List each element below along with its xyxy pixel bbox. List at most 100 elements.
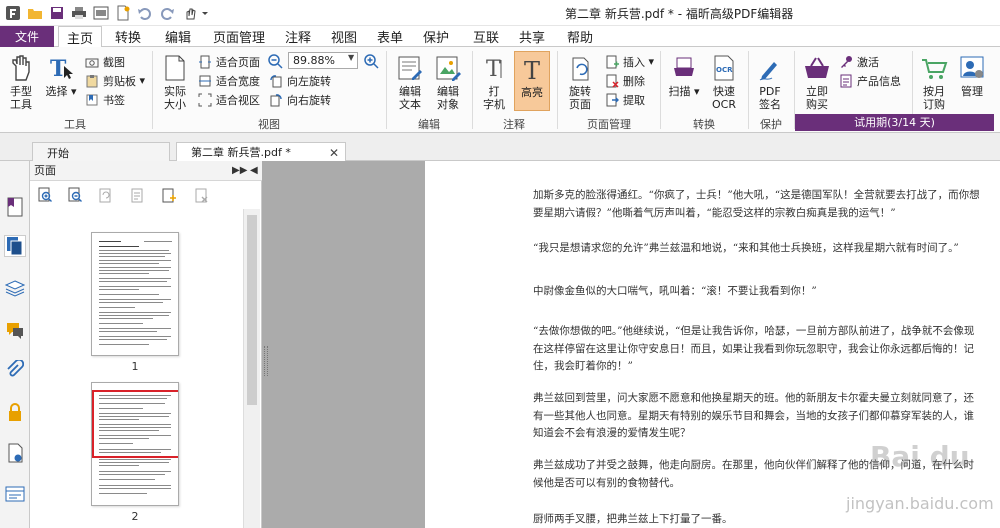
scrollbar-thumb[interactable]: [247, 215, 257, 405]
close-tab-icon[interactable]: ✕: [329, 146, 339, 160]
ribbon-separator: [152, 51, 153, 129]
tab-page-management[interactable]: 页面管理: [206, 26, 272, 47]
insert-page-button[interactable]: 插入 ▾: [604, 53, 654, 70]
attachments-panel-icon[interactable]: [4, 359, 26, 381]
tab-home[interactable]: 主页: [58, 26, 102, 48]
print-icon[interactable]: [70, 4, 88, 22]
panel-expand-icon[interactable]: ▶▶: [232, 161, 247, 181]
rotate-right-button[interactable]: 向右旋转: [268, 91, 331, 108]
window-title: 第二章 新兵营.pdf * - 福昕高级PDF编辑器: [565, 7, 794, 21]
tab-form[interactable]: 表单: [368, 26, 412, 47]
actual-size-icon: [158, 53, 192, 83]
open-folder-icon[interactable]: [26, 4, 44, 22]
panel-collapse-icon[interactable]: ◀: [250, 161, 258, 181]
monthly-subscription-button[interactable]: 按月 订购: [916, 53, 952, 111]
tools-group-label: 工具: [64, 118, 86, 131]
content-panel-icon[interactable]: [4, 442, 26, 464]
reduce-thumbnails-icon[interactable]: [66, 186, 84, 204]
redo-icon[interactable]: [158, 4, 176, 22]
insert-thumbnail-page-icon[interactable]: [160, 186, 178, 204]
fit-width-button[interactable]: 适合宽度: [197, 72, 260, 89]
highlight-icon: T: [515, 54, 549, 84]
zoom-out-icon[interactable]: [266, 52, 284, 70]
pdf-page[interactable]: 加斯多克的脸涨得通红。“你疯了，士兵！”他大吼，“这是德国军队！全营就要去打战了…: [425, 161, 1000, 528]
delete-thumbnail-page-icon[interactable]: [192, 186, 210, 204]
extract-page-label: 提取: [623, 93, 645, 107]
tab-help[interactable]: 帮助: [558, 26, 602, 47]
pages-panel-scrollbar[interactable]: [243, 209, 260, 528]
edit-text-button[interactable]: 编辑 文本: [392, 53, 428, 111]
select-tool-button[interactable]: T 选择 ▾: [44, 53, 78, 98]
quick-ocr-label: 快速 OCR: [712, 85, 736, 111]
edit-object-button[interactable]: 编辑 对象: [430, 53, 466, 111]
highlight-button[interactable]: T 高亮: [514, 51, 550, 111]
rotate-thumbnail-icon[interactable]: [96, 186, 114, 204]
tab-connect[interactable]: 互联: [464, 26, 508, 47]
page-properties-icon[interactable]: [128, 186, 146, 204]
svg-text:T: T: [486, 57, 501, 82]
paragraph: 弗兰兹成功了并受之鼓舞，他走向厨房。在那里，他向伙伴们解释了他的信仰，问道，在什…: [533, 459, 974, 489]
undo-icon[interactable]: [136, 4, 154, 22]
typewriter-button[interactable]: T 打 字机: [478, 53, 510, 111]
paragraph: “我只是想请求您的允许”弗兰兹温和地说，“来和其他士兵换班，这样我星期六就有时间…: [533, 242, 959, 254]
fit-visible-button[interactable]: 适合视区: [197, 91, 260, 108]
tab-protect[interactable]: 保护: [414, 26, 458, 47]
zoom-dropdown-icon[interactable]: ▼: [348, 53, 354, 62]
edit-object-icon: [430, 53, 466, 83]
tab-start[interactable]: 开始: [32, 142, 170, 162]
extract-page-button[interactable]: 提取: [604, 91, 645, 108]
page-thumbnail-2[interactable]: [91, 382, 179, 506]
layers-panel-icon[interactable]: [4, 277, 26, 299]
tab-share[interactable]: 共享: [510, 26, 554, 47]
quick-ocr-button[interactable]: OCR 快速 OCR: [706, 53, 742, 111]
file-menu-button[interactable]: 文件: [0, 26, 54, 47]
tab-edit[interactable]: 编辑: [156, 26, 200, 47]
ribbon-separator: [472, 51, 473, 129]
tab-comment[interactable]: 注释: [276, 26, 320, 47]
panel-resize-grip[interactable]: [264, 346, 268, 376]
camera-icon: [84, 54, 100, 70]
edit-object-label: 编辑 对象: [437, 85, 459, 111]
pages-panel-icon[interactable]: [4, 235, 26, 257]
rotate-left-button[interactable]: 向左旋转: [268, 72, 331, 89]
bookmark-button[interactable]: 书签: [84, 91, 125, 108]
tab-view[interactable]: 视图: [322, 26, 366, 47]
fit-page-button[interactable]: 适合页面: [197, 53, 260, 70]
hand-tool-button[interactable]: 手型 工具: [4, 53, 38, 111]
tab-convert[interactable]: 转换: [106, 26, 150, 47]
buy-now-button[interactable]: 立即 购买: [799, 53, 835, 111]
window-icon[interactable]: [92, 4, 110, 22]
actual-size-button[interactable]: 实际 大小: [158, 53, 192, 111]
hand-tool-dropdown-icon[interactable]: [182, 4, 210, 22]
title-bar: 第二章 新兵营.pdf * - 福昕高级PDF编辑器: [0, 0, 1000, 26]
snapshot-button[interactable]: 截图: [84, 53, 125, 70]
zoom-in-icon[interactable]: [362, 52, 380, 70]
tab-document[interactable]: 第二章 新兵营.pdf * ✕: [176, 142, 346, 162]
comments-panel-icon[interactable]: [4, 319, 26, 341]
security-panel-icon[interactable]: [4, 401, 26, 423]
insert-page-label: 插入: [623, 55, 645, 69]
bookmarks-panel-icon[interactable]: [4, 196, 26, 218]
manage-button[interactable]: 管理: [954, 53, 990, 98]
fit-page-label: 适合页面: [216, 55, 260, 69]
clipboard-button[interactable]: 剪贴板 ▾: [84, 72, 145, 89]
delete-page-button[interactable]: 删除: [604, 72, 645, 89]
trial-period-banner[interactable]: 试用期(3/14 天): [795, 114, 994, 131]
svg-text:T: T: [524, 57, 540, 83]
document-view[interactable]: 加斯多克的脸涨得通红。“你疯了，士兵！”他大吼，“这是德国军队！全营就要去打战了…: [262, 161, 1000, 528]
scan-button[interactable]: 扫描 ▾: [666, 53, 702, 98]
page-thumbnail-1[interactable]: [91, 232, 179, 356]
fit-visible-label: 适合视区: [216, 93, 260, 107]
enlarge-thumbnails-icon[interactable]: [36, 186, 54, 204]
paragraph: “去做你想做的吧。”他继续说，“但是让我告诉你，哈瑟，一旦前方部队前进了，战争就…: [533, 325, 975, 372]
shopping-basket-icon: [799, 53, 835, 83]
rotate-page-button[interactable]: 旋转 页面: [562, 53, 598, 111]
activate-button[interactable]: 激活: [838, 53, 879, 70]
form-fields-panel-icon[interactable]: [4, 483, 26, 505]
bookmark-label: 书签: [103, 93, 125, 107]
new-document-icon[interactable]: [114, 4, 132, 22]
fit-page-icon: [197, 54, 213, 70]
product-info-button[interactable]: 产品信息: [838, 72, 901, 89]
save-icon[interactable]: [48, 4, 66, 22]
pdf-sign-button[interactable]: PDF 签名: [752, 53, 788, 111]
